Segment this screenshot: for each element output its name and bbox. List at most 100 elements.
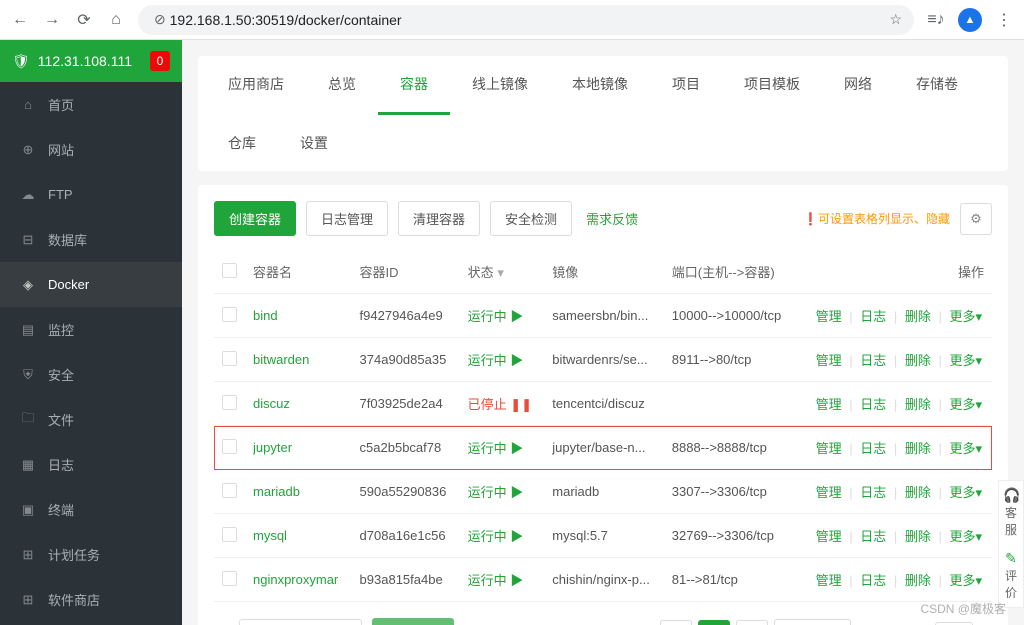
sidebar-item-首页[interactable]: ⌂首页 xyxy=(0,82,182,127)
tab-存储卷[interactable]: 存储卷 xyxy=(894,56,980,115)
select-all-checkbox[interactable] xyxy=(222,263,237,278)
log-link[interactable]: 日志 xyxy=(860,485,886,500)
container-id: c5a2b5bcaf78 xyxy=(352,426,460,470)
sidebar-item-文件[interactable]: 🗀文件 xyxy=(0,397,182,442)
tab-总览[interactable]: 总览 xyxy=(306,56,378,115)
delete-link[interactable]: 删除 xyxy=(905,485,931,500)
back-icon[interactable]: ← xyxy=(10,11,30,29)
delete-link[interactable]: 删除 xyxy=(905,397,931,412)
sidebar-item-软件商店[interactable]: ⊞软件商店 xyxy=(0,577,182,622)
row-checkbox[interactable] xyxy=(222,571,237,586)
reload-icon[interactable]: ⟳ xyxy=(74,10,94,30)
container-name-link[interactable]: jupyter xyxy=(253,440,292,455)
manage-link[interactable]: 管理 xyxy=(816,309,842,324)
tab-项目[interactable]: 项目 xyxy=(650,56,722,115)
notification-badge[interactable]: 0 xyxy=(150,51,170,71)
container-name-link[interactable]: discuz xyxy=(253,396,290,411)
more-link[interactable]: 更多▾ xyxy=(949,353,982,368)
watermark: CSDN @魔极客 xyxy=(920,600,1006,617)
log-link[interactable]: 日志 xyxy=(860,529,886,544)
manage-link[interactable]: 管理 xyxy=(816,397,842,412)
log-link[interactable]: 日志 xyxy=(860,573,886,588)
forward-icon[interactable]: → xyxy=(42,11,62,29)
col-status[interactable]: 状态 ▾ xyxy=(460,250,545,294)
nav-icon: ▦ xyxy=(20,457,36,473)
per-page-select[interactable]: 20条/页 xyxy=(774,619,850,625)
log-link[interactable]: 日志 xyxy=(860,441,886,456)
url-bar[interactable]: ⊘ 192.168.1.50:30519/docker/container ☆ xyxy=(138,5,914,35)
more-link[interactable]: 更多▾ xyxy=(949,485,982,500)
page-1-button[interactable]: 1 xyxy=(698,620,730,625)
menu-icon[interactable]: ⋮ xyxy=(994,10,1014,30)
table-row: bindf9427946a4e9运行中 ▶sameersbn/bin...100… xyxy=(214,294,992,338)
delete-link[interactable]: 删除 xyxy=(905,441,931,456)
security-check-button[interactable]: 安全检测 xyxy=(490,201,572,236)
cleanup-button[interactable]: 清理容器 xyxy=(398,201,480,236)
sidebar-item-数据库[interactable]: ⊟数据库 xyxy=(0,217,182,262)
reader-icon[interactable]: ≡♪ xyxy=(926,11,946,29)
manage-link[interactable]: 管理 xyxy=(816,441,842,456)
sidebar-item-计划任务[interactable]: ⊞计划任务 xyxy=(0,532,182,577)
tab-设置[interactable]: 设置 xyxy=(278,115,350,171)
tab-网络[interactable]: 网络 xyxy=(822,56,894,115)
more-link[interactable]: 更多▾ xyxy=(949,309,982,324)
manage-link[interactable]: 管理 xyxy=(816,573,842,588)
profile-icon[interactable]: ▲ xyxy=(958,8,982,32)
goto-input[interactable] xyxy=(935,622,973,625)
row-actions: 管理 | 日志 | 删除 | 更多▾ xyxy=(796,338,992,382)
bookmark-icon[interactable]: ☆ xyxy=(889,11,902,28)
sidebar-item-安全[interactable]: ⛨安全 xyxy=(0,352,182,397)
sidebar-item-日志[interactable]: ▦日志 xyxy=(0,442,182,487)
row-checkbox[interactable] xyxy=(222,439,237,454)
container-name-link[interactable]: bind xyxy=(253,308,278,323)
tab-本地镜像[interactable]: 本地镜像 xyxy=(550,56,650,115)
delete-link[interactable]: 删除 xyxy=(905,573,931,588)
support-button[interactable]: 🎧客服 xyxy=(999,481,1023,544)
log-link[interactable]: 日志 xyxy=(860,353,886,368)
sidebar-item-Docker[interactable]: ◈Docker xyxy=(0,262,182,307)
row-checkbox[interactable] xyxy=(222,351,237,366)
delete-link[interactable]: 删除 xyxy=(905,529,931,544)
sidebar-item-FTP[interactable]: ☁FTP xyxy=(0,172,182,217)
tab-应用商店[interactable]: 应用商店 xyxy=(206,56,306,115)
row-checkbox[interactable] xyxy=(222,395,237,410)
tab-仓库[interactable]: 仓库 xyxy=(206,115,278,171)
sidebar-item-监控[interactable]: ▤监控 xyxy=(0,307,182,352)
manage-link[interactable]: 管理 xyxy=(816,529,842,544)
feedback-link[interactable]: 需求反馈 xyxy=(586,209,638,228)
more-link[interactable]: 更多▾ xyxy=(949,441,982,456)
log-link[interactable]: 日志 xyxy=(860,397,886,412)
log-link[interactable]: 日志 xyxy=(860,309,886,324)
row-checkbox[interactable] xyxy=(222,483,237,498)
more-link[interactable]: 更多▾ xyxy=(949,529,982,544)
delete-link[interactable]: 删除 xyxy=(905,353,931,368)
container-name-link[interactable]: mariadb xyxy=(253,484,300,499)
manage-link[interactable]: 管理 xyxy=(816,353,842,368)
next-page-button[interactable]: › xyxy=(736,620,768,625)
port-mapping: 3307-->3306/tcp xyxy=(664,470,796,514)
home-icon[interactable]: ⌂ xyxy=(106,11,126,29)
delete-link[interactable]: 删除 xyxy=(905,309,931,324)
rate-button[interactable]: ✎评价 xyxy=(999,544,1023,607)
manage-link[interactable]: 管理 xyxy=(816,485,842,500)
container-id: f9427946a4e9 xyxy=(352,294,460,338)
sidebar-item-终端[interactable]: ▣终端 xyxy=(0,487,182,532)
column-hint[interactable]: ❗可设置表格列显示、隐藏 xyxy=(803,210,950,227)
more-link[interactable]: 更多▾ xyxy=(949,573,982,588)
tab-容器[interactable]: 容器 xyxy=(378,56,450,115)
more-link[interactable]: 更多▾ xyxy=(949,397,982,412)
log-manage-button[interactable]: 日志管理 xyxy=(306,201,388,236)
container-name-link[interactable]: bitwarden xyxy=(253,352,309,367)
settings-button[interactable]: ⚙ xyxy=(960,203,992,235)
tab-项目模板[interactable]: 项目模板 xyxy=(722,56,822,115)
create-container-button[interactable]: 创建容器 xyxy=(214,201,296,236)
row-checkbox[interactable] xyxy=(222,527,237,542)
container-name-link[interactable]: mysql xyxy=(253,528,287,543)
batch-select[interactable]: 请选择批量操作 xyxy=(239,619,362,625)
batch-apply-button[interactable]: 批量操作 xyxy=(372,618,454,625)
prev-page-button[interactable]: ‹ xyxy=(660,620,692,625)
sidebar-item-网站[interactable]: ⊕网站 xyxy=(0,127,182,172)
tab-线上镜像[interactable]: 线上镜像 xyxy=(450,56,550,115)
container-name-link[interactable]: nginxproxymar xyxy=(253,572,338,587)
row-checkbox[interactable] xyxy=(222,307,237,322)
